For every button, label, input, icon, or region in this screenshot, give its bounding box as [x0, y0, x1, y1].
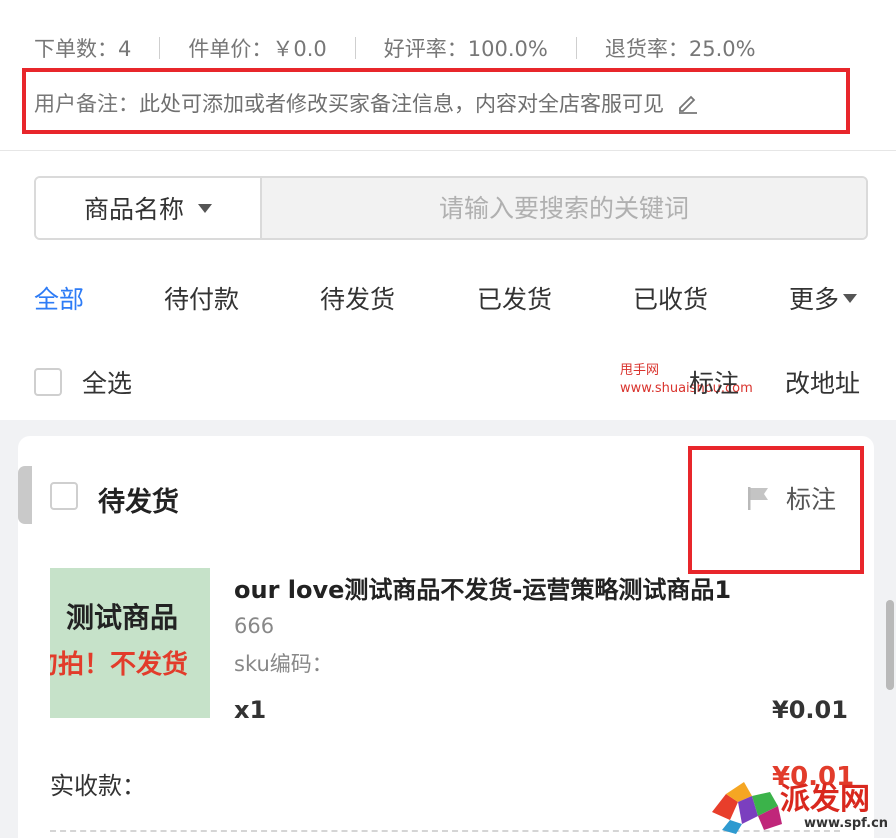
batch-action-row: 全选 甩手网 www.shuaishou.com 标注 改地址 — [0, 362, 896, 402]
scrollbar[interactable] — [886, 600, 894, 690]
order-status-tabs: 全部 待付款 待发货 已发货 已收货 更多 — [0, 280, 896, 320]
logo-icon — [712, 782, 782, 834]
change-address-button[interactable]: 改地址 — [785, 364, 860, 400]
divider — [0, 150, 896, 151]
remark-text: 此处可添加或者修改买家备注信息，内容对全店客服可见 — [139, 92, 664, 116]
stat-divider — [159, 37, 161, 59]
received-label: 实收款： — [50, 772, 146, 800]
remark-label: 用户备注： — [34, 92, 139, 116]
product-sku: sku编码： — [234, 652, 333, 676]
batch-mark-button[interactable]: 标注 — [689, 364, 739, 400]
stat-divider — [354, 37, 356, 59]
order-checkbox[interactable] — [50, 482, 78, 510]
card-side-tab — [18, 466, 32, 524]
tab-pending-payment[interactable]: 待付款 — [164, 280, 239, 316]
chevron-down-icon — [198, 203, 212, 213]
product-image[interactable]: 测试商品 勿拍！不发货 — [50, 568, 210, 718]
thumb-text-line1: 测试商品 — [66, 601, 179, 634]
select-all-label[interactable]: 全选 — [82, 364, 132, 400]
order-status: 待发货 — [98, 487, 179, 518]
flag-icon — [744, 484, 772, 512]
stat-unit-price: 件单价：￥0.0 — [188, 37, 327, 61]
product-quantity: x1 — [234, 696, 267, 724]
search-bar: 商品名称 — [34, 176, 868, 240]
logo-url: www.spf.cn — [804, 816, 889, 831]
product-title[interactable]: our love测试商品不发货-运营策略测试商品1 — [234, 570, 731, 605]
tab-pending-shipment[interactable]: 待发货 — [320, 280, 395, 316]
mark-label: 标注 — [786, 485, 837, 514]
stat-divider — [575, 37, 577, 59]
product-subtitle: 666 — [234, 614, 275, 638]
chevron-down-icon — [843, 293, 858, 303]
search-type-dropdown[interactable]: 商品名称 — [36, 178, 262, 238]
tab-shipped[interactable]: 已发货 — [477, 280, 552, 316]
buyer-stats: 下单数：4 件单价：￥0.0 好评率：100.0% 退货率：25.0% — [34, 34, 756, 62]
search-input[interactable] — [262, 178, 866, 238]
tab-more-label: 更多 — [789, 285, 840, 314]
edit-icon[interactable] — [676, 91, 700, 115]
logo-text: 派发网 — [780, 782, 870, 817]
stat-return-rate: 退货率：25.0% — [604, 37, 756, 61]
user-remark[interactable]: 用户备注： 此处可添加或者修改买家备注信息，内容对全店客服可见 — [34, 88, 700, 118]
thumb-text-line2: 勿拍！不发货 — [50, 650, 189, 680]
stat-praise-rate: 好评率：100.0% — [383, 37, 548, 61]
search-type-label: 商品名称 — [83, 195, 184, 224]
order-mark-button[interactable]: 标注 — [744, 480, 836, 516]
tab-all[interactable]: 全部 — [34, 280, 84, 316]
tab-received[interactable]: 已收货 — [633, 280, 708, 316]
stat-order-count: 下单数：4 — [34, 37, 132, 61]
select-all-checkbox[interactable] — [34, 368, 62, 396]
product-price: ¥0.01 — [772, 696, 848, 724]
tab-more[interactable]: 更多 — [789, 280, 858, 316]
